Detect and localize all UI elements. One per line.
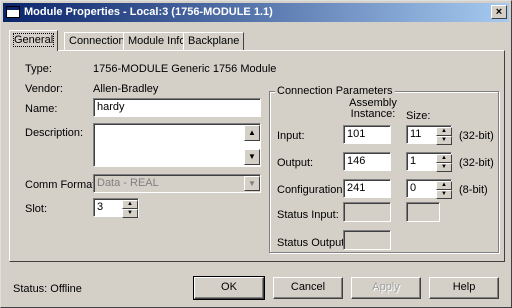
output-size-spin-up-icon[interactable]: ▲ xyxy=(436,154,452,163)
description-label: Description: xyxy=(25,127,84,139)
status-output-label: Status Output: xyxy=(277,237,348,249)
description-scroll-down-button[interactable]: ▼ xyxy=(244,149,260,165)
slot-label: Slot: xyxy=(25,203,48,215)
type-value: 1756-MODULE Generic 1756 Module xyxy=(93,63,277,75)
vendor-value: Allen-Bradley xyxy=(93,83,159,95)
tab-general[interactable]: General xyxy=(9,30,59,51)
tab-module-info-label: Module Info xyxy=(128,35,186,47)
output-label: Output: xyxy=(277,157,314,169)
help-button[interactable]: Help xyxy=(429,277,499,299)
status-input-label: Status Input: xyxy=(277,209,339,221)
description-scroll-up-button[interactable]: ▲ xyxy=(244,125,260,141)
comm-format-select[interactable]: Data - REAL xyxy=(93,174,261,193)
module-properties-dialog: Module Properties - Local:3 (1756-MODULE… xyxy=(0,0,512,308)
size-header: Size: xyxy=(406,110,431,122)
cancel-button[interactable]: Cancel xyxy=(273,277,343,299)
vendor-label: Vendor: xyxy=(25,83,63,95)
ok-button[interactable]: OK xyxy=(193,276,265,300)
window-title: Module Properties - Local:3 (1756-MODULE… xyxy=(24,6,273,18)
input-size-spin-up-icon[interactable]: ▲ xyxy=(436,127,452,136)
input-label: Input: xyxy=(277,130,305,142)
type-label: Type: xyxy=(25,63,52,75)
window-app-icon xyxy=(6,6,20,18)
slot-spin-down-icon[interactable]: ▼ xyxy=(122,209,138,218)
assembly-instance-header: Assembly Instance: xyxy=(349,97,397,120)
status-input-instance-input[interactable] xyxy=(343,202,391,222)
input-size-unit: (32-bit) xyxy=(459,130,494,142)
configuration-label: Configuration: xyxy=(277,184,346,196)
name-label: Name: xyxy=(25,103,58,115)
configuration-size-unit: (8-bit) xyxy=(459,184,488,196)
apply-button[interactable]: Apply xyxy=(351,277,421,299)
tab-backplane-label: Backplane xyxy=(188,35,240,47)
tab-connection[interactable]: Connection xyxy=(64,32,130,50)
output-instance-input[interactable]: 146 xyxy=(343,152,391,171)
configuration-size-spin-down-icon[interactable]: ▼ xyxy=(436,190,452,199)
name-input[interactable]: hardy xyxy=(93,98,261,117)
configuration-size-spin-up-icon[interactable]: ▲ xyxy=(436,181,452,190)
configuration-instance-input[interactable]: 241 xyxy=(343,179,391,198)
tab-connection-label: Connection xyxy=(69,35,125,47)
tab-backplane[interactable]: Backplane xyxy=(183,32,245,50)
status-output-instance-input[interactable] xyxy=(343,230,391,250)
input-size-spin-down-icon[interactable]: ▼ xyxy=(436,136,452,145)
status-text: Status: Offline xyxy=(13,283,82,295)
comm-format-label: Comm Format: xyxy=(25,179,99,191)
connection-parameters-title: Connection Parameters xyxy=(275,85,395,97)
status-input-size-input[interactable] xyxy=(406,202,440,222)
comm-format-dropdown-icon[interactable]: ▼ xyxy=(244,176,260,191)
description-textarea[interactable] xyxy=(93,123,261,167)
tab-general-label: General xyxy=(12,33,55,47)
output-size-unit: (32-bit) xyxy=(459,157,494,169)
slot-spin-up-icon[interactable]: ▲ xyxy=(122,200,138,209)
close-button[interactable]: × xyxy=(491,5,507,19)
output-size-spin-down-icon[interactable]: ▼ xyxy=(436,163,452,172)
input-instance-input[interactable]: 101 xyxy=(343,125,391,144)
title-bar: Module Properties - Local:3 (1756-MODULE… xyxy=(3,3,509,22)
tab-module-info[interactable]: Module Info xyxy=(123,32,191,50)
